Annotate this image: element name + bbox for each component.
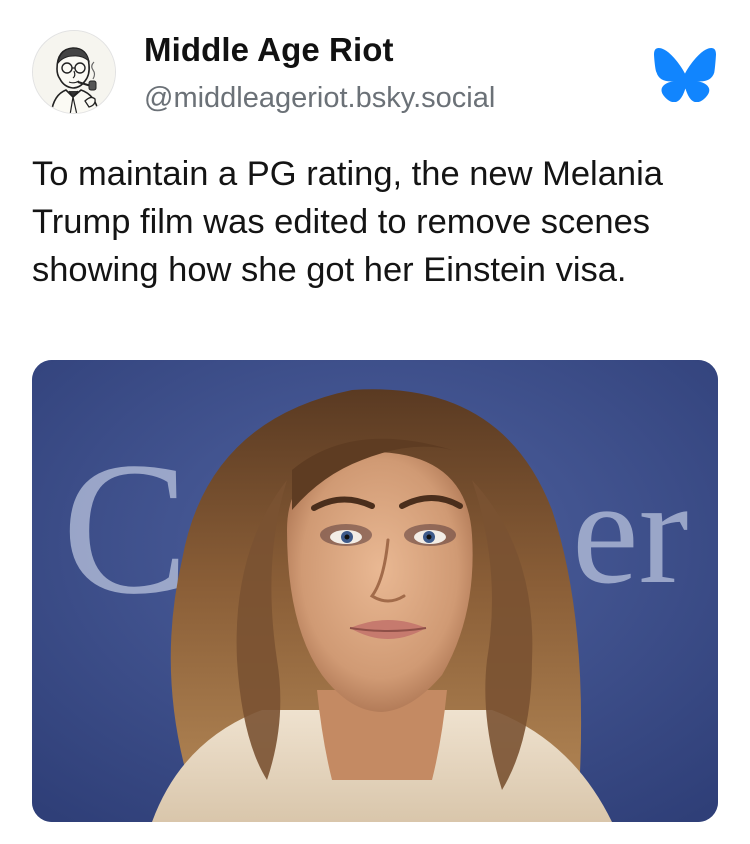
- background-letters-right: er: [572, 449, 689, 615]
- cartoon-man-with-pipe-avatar-icon: [33, 31, 115, 113]
- bluesky-butterfly-icon[interactable]: [654, 47, 716, 103]
- post-image[interactable]: C er: [32, 360, 718, 822]
- author-avatar[interactable]: [32, 30, 116, 114]
- woman-portrait-photo: C er: [32, 360, 718, 822]
- author-handle[interactable]: @middleageriot.bsky.social: [144, 80, 495, 116]
- post-text: To maintain a PG rating, the new Melania…: [32, 155, 663, 289]
- post-card: Middle Age Riot @middleageriot.bsky.soci…: [0, 0, 750, 844]
- author-name[interactable]: Middle Age Riot: [144, 30, 394, 70]
- background-letter-left: C: [62, 424, 189, 634]
